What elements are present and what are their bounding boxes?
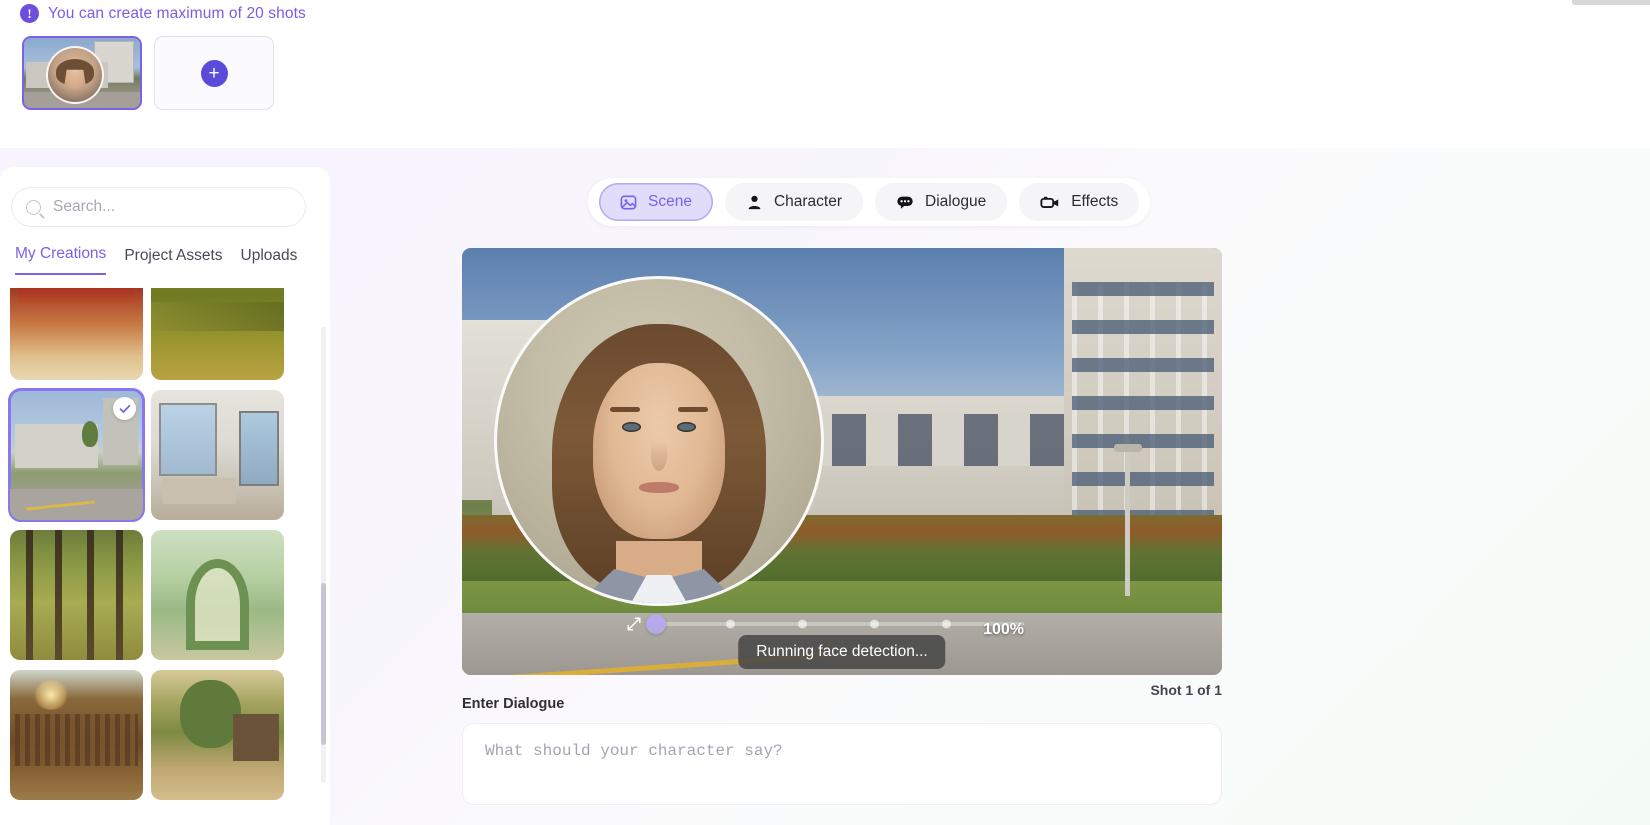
tab-dialogue[interactable]: Dialogue <box>875 183 1008 221</box>
image-icon <box>620 194 637 211</box>
forest-trunk-2 <box>55 530 63 660</box>
slider-tick-4[interactable] <box>942 619 951 629</box>
sidebar-scrollbar-thumb[interactable] <box>321 583 326 745</box>
asset-thumbnail-garden-arch[interactable] <box>151 530 284 660</box>
barn-structure <box>233 714 279 761</box>
face-mouth <box>639 481 679 493</box>
forest-trunk-1 <box>25 530 33 660</box>
asset-library-sidebar: My Creations Project Assets Uploads <box>0 167 330 825</box>
asset-grid <box>8 288 302 800</box>
preview-lamp-post <box>1125 448 1130 596</box>
shot-counter: Shot 1 of 1 <box>1150 682 1222 698</box>
campus-tree-icon <box>81 421 98 448</box>
dialogue-label: Enter Dialogue <box>462 696 565 712</box>
asset-thumbnail-modern-bedroom[interactable] <box>151 390 284 520</box>
dialogue-input[interactable] <box>485 742 1201 760</box>
shot-face-overlay <box>46 46 104 104</box>
asset-thumbnail-grand-library[interactable] <box>10 670 143 800</box>
face-eye-right <box>677 421 697 432</box>
asset-thumbnail-golden-field[interactable] <box>151 288 284 380</box>
work-area: My Creations Project Assets Uploads <box>0 148 1650 825</box>
bedroom-bed <box>161 478 237 505</box>
tab-character-label: Character <box>773 193 843 210</box>
slider-handle[interactable] <box>646 614 666 634</box>
library-tabs: My Creations Project Assets Uploads <box>15 245 297 275</box>
selected-check-badge <box>113 397 136 420</box>
bedroom-window-right <box>238 410 279 487</box>
face-eyebrow-right <box>677 406 708 412</box>
face-nose <box>651 441 667 471</box>
bedroom-window-left <box>158 403 218 476</box>
max-shots-notice: ! You can create maximum of 20 shots <box>20 4 306 23</box>
dialogue-input-box[interactable] <box>462 723 1222 805</box>
barn-tree-icon <box>180 680 242 748</box>
tab-effects-label: Effects <box>1071 193 1119 210</box>
scene-preview[interactable]: 100% Running face detection... <box>462 248 1222 675</box>
face-eye-left <box>621 421 641 432</box>
face-eyebrow-left <box>610 406 641 412</box>
slider-tick-3[interactable] <box>870 619 879 629</box>
preview-building-right <box>1064 248 1222 538</box>
asset-thumbnail-sunlit-forest[interactable] <box>10 530 143 660</box>
speech-bubble-icon <box>896 193 914 211</box>
forest-trunk-4 <box>116 530 124 660</box>
slider-tick-1[interactable] <box>726 619 735 629</box>
window-chrome-nub <box>1572 0 1650 5</box>
person-icon <box>746 194 763 211</box>
bookshelf-rows <box>15 714 138 767</box>
slider-tick-2[interactable] <box>798 619 807 629</box>
forest-trunk-3 <box>87 530 95 660</box>
tab-uploads[interactable]: Uploads <box>241 247 298 275</box>
shots-strip: + <box>22 36 274 110</box>
zoom-level-label: 100% <box>983 621 1024 638</box>
plus-icon: + <box>200 59 228 87</box>
tab-my-creations[interactable]: My Creations <box>15 245 107 275</box>
add-shot-button[interactable]: + <box>154 36 274 110</box>
preview-lawn <box>462 581 1222 617</box>
asset-thumbnail-campus-building[interactable] <box>8 388 145 522</box>
search-input[interactable] <box>53 198 291 216</box>
tab-scene-label: Scene <box>648 193 692 210</box>
preview-lamp-head <box>1114 444 1142 452</box>
top-bar: ! You can create maximum of 20 shots + <box>0 0 1650 148</box>
tab-character[interactable]: Character <box>724 183 864 221</box>
face-scale-slider[interactable] <box>627 613 1024 635</box>
resize-arrows-icon <box>626 616 642 632</box>
asset-thumbnail-rustic-barn[interactable] <box>151 670 284 800</box>
tab-dialogue-label: Dialogue <box>925 193 987 210</box>
character-face-overlay[interactable] <box>494 276 824 606</box>
mode-tab-bar: Scene Character Dialogue Effects <box>588 178 1151 226</box>
max-shots-notice-text: You can create maximum of 20 shots <box>48 4 306 22</box>
tab-project-assets[interactable]: Project Assets <box>124 247 222 275</box>
shot-thumbnail-1[interactable] <box>22 36 142 110</box>
search-box[interactable] <box>11 187 306 227</box>
asset-thumbnail-theater-interior[interactable] <box>10 288 143 380</box>
tab-effects[interactable]: Effects <box>1019 183 1140 221</box>
video-camera-icon <box>1040 194 1060 211</box>
chandelier-icon <box>33 680 68 711</box>
tab-scene[interactable]: Scene <box>599 183 713 221</box>
status-tooltip: Running face detection... <box>738 635 946 669</box>
exclamation-icon: ! <box>20 4 39 23</box>
check-icon <box>119 404 130 413</box>
search-icon <box>26 199 41 215</box>
asset-grid-scroll <box>0 288 330 825</box>
garden-archway <box>185 558 250 650</box>
slider-track[interactable] <box>652 622 1024 626</box>
